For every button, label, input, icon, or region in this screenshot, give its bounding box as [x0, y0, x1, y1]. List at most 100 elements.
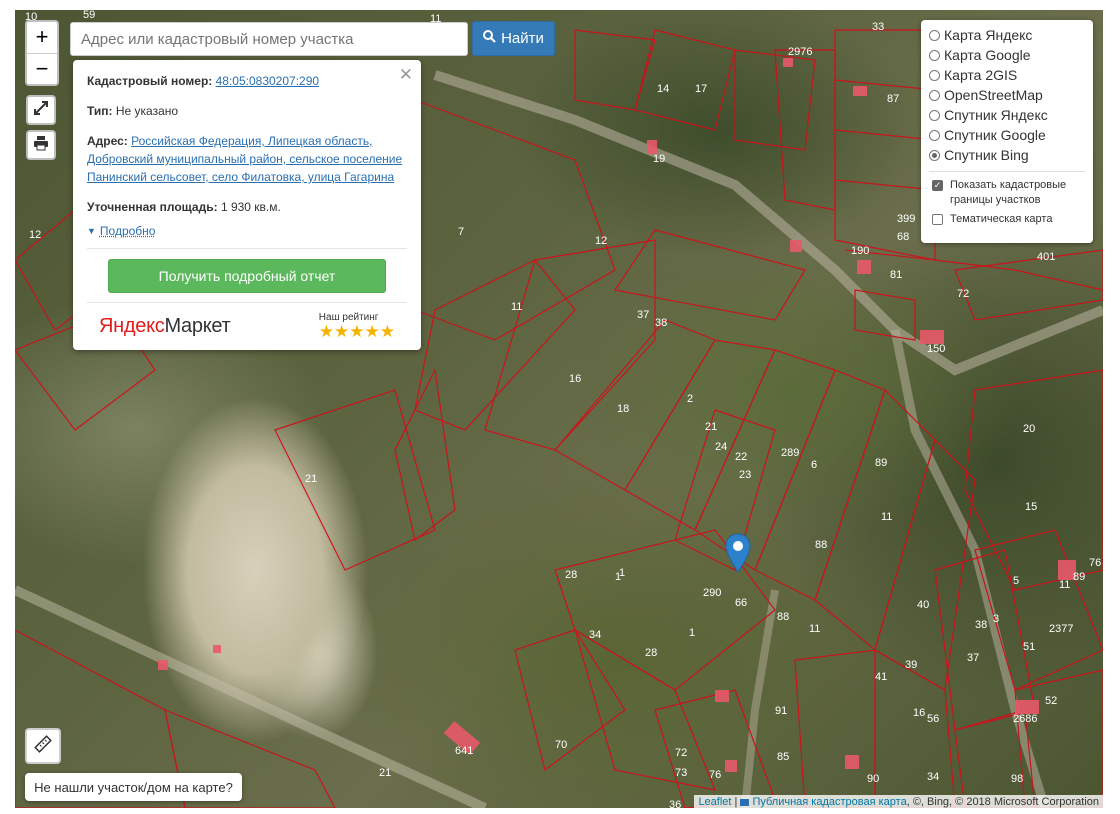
layer-option[interactable]: Карта Google: [929, 45, 1085, 65]
type-value: Не указано: [115, 104, 179, 118]
radio-icon[interactable]: [929, 149, 940, 161]
layer-option[interactable]: Спутник Google: [929, 125, 1085, 145]
printer-icon: [33, 135, 49, 156]
parcel-label: 11: [881, 511, 892, 523]
radio-icon[interactable]: [929, 69, 940, 81]
layer-option-label: Карта Google: [944, 47, 1031, 63]
parcel-label: 5: [1013, 575, 1019, 587]
map-marker-icon[interactable]: [725, 533, 751, 578]
parcel-label: 89: [875, 457, 887, 469]
radio-icon[interactable]: [929, 49, 940, 61]
zoom-in-button[interactable]: +: [27, 22, 57, 54]
map-attribution: Leaflet | Публичная кадастровая карта, ©…: [694, 795, 1103, 809]
radio-icon[interactable]: [929, 129, 940, 141]
parcel-label: 52: [1045, 695, 1057, 707]
parcel-label: 72: [675, 747, 687, 759]
parcel-label: 16: [569, 373, 581, 385]
parcel-label: 70: [555, 739, 567, 751]
attribution-separator: |: [731, 796, 741, 808]
checkbox-icon[interactable]: [932, 214, 943, 225]
measure-button[interactable]: [25, 728, 61, 764]
details-toggle[interactable]: ▼ Подробно: [87, 224, 407, 238]
parcel-label: 2: [687, 393, 693, 405]
parcel-label: 38: [655, 317, 667, 329]
flag-icon: [740, 798, 750, 806]
overlay-option-label: Показать кадастровые границы участков: [950, 179, 1067, 206]
parcel-label: 2377: [1049, 623, 1073, 635]
parcel-label: 34: [927, 771, 939, 783]
parcel-label: 2976: [788, 46, 812, 58]
print-button[interactable]: [26, 130, 56, 160]
parcel-label: 51: [1023, 641, 1035, 653]
zoom-out-button[interactable]: −: [27, 54, 57, 85]
radio-icon[interactable]: [929, 109, 940, 121]
not-found-button[interactable]: Не нашли участок/дом на карте?: [25, 773, 242, 801]
parcel-label: 12: [29, 229, 41, 241]
yandex-market-banner[interactable]: ЯндексМаркет Наш рейтинг ★★★★★: [87, 302, 407, 350]
layer-option[interactable]: Спутник Bing: [929, 145, 1085, 165]
overlay-option[interactable]: ✓ Показать кадастровые границы участков: [929, 178, 1085, 208]
layer-option[interactable]: Карта 2GIS: [929, 65, 1085, 85]
address-label: Адрес:: [87, 134, 128, 148]
parcel-label: 19: [653, 153, 665, 165]
get-report-button[interactable]: Получить подробный отчет: [108, 259, 386, 293]
yandex-market-logo: ЯндексМаркет: [99, 315, 231, 337]
overlay-option[interactable]: Тематическая карта: [929, 212, 1085, 227]
parcel-label: 7: [458, 226, 464, 238]
parcel-label: 21: [705, 421, 717, 433]
parcel-label: 37: [637, 309, 649, 321]
parcel-label: 90: [867, 773, 879, 785]
divider: [929, 171, 1085, 172]
parcel-label: 41: [875, 671, 887, 683]
address-search-input[interactable]: [70, 22, 468, 56]
parcel-label: 16: [913, 707, 925, 719]
parcel-label: 190: [851, 245, 869, 257]
parcel-label: 39: [905, 659, 917, 671]
type-row: Тип: Не указано: [87, 102, 407, 120]
pkk-link[interactable]: Публичная кадастровая карта: [752, 796, 906, 808]
leaflet-link[interactable]: Leaflet: [698, 796, 731, 808]
parcel-label: 17: [695, 83, 707, 95]
parcel-label: 399: [897, 213, 915, 225]
layer-option[interactable]: OpenStreetMap: [929, 85, 1085, 105]
parcel-label: 23: [739, 469, 751, 481]
ruler-icon: [34, 734, 52, 758]
parcel-label: 14: [657, 83, 669, 95]
parcel-label: 21: [305, 473, 317, 485]
layer-option[interactable]: Карта Яндекс: [929, 25, 1085, 45]
parcel-label: 68: [897, 231, 909, 243]
layer-option-label: Спутник Яндекс: [944, 107, 1048, 123]
rating-stars-icon: ★★★★★: [318, 322, 395, 341]
parcel-label: 11: [511, 301, 522, 313]
parcel-info-popup: ✕ Кадастровый номер: 48:05:0830207:290 Т…: [73, 60, 421, 350]
divider: [87, 248, 407, 249]
radio-icon[interactable]: [929, 89, 940, 101]
address-link[interactable]: Российская Федерация, Липецкая область, …: [87, 134, 402, 184]
parcel-label: 88: [815, 539, 827, 551]
parcel-label: 11: [809, 623, 820, 635]
overlay-option-label: Тематическая карта: [950, 213, 1053, 225]
parcel-label: 34: [589, 629, 601, 641]
radio-icon[interactable]: [929, 29, 940, 41]
parcel-label: 81: [890, 269, 902, 281]
cadastral-number-link[interactable]: 48:05:0830207:290: [216, 74, 319, 88]
parcel-label: 88: [777, 611, 789, 623]
layer-switcher: Карта Яндекс Карта Google Карта 2GIS OpenSt…: [921, 20, 1093, 243]
search-button[interactable]: Найти: [472, 21, 555, 56]
parcel-label: 56: [927, 713, 939, 725]
fullscreen-button[interactable]: [26, 95, 56, 125]
close-icon[interactable]: ✕: [399, 65, 413, 85]
parcel-label: 76: [1089, 557, 1101, 569]
parcel-label: 40: [917, 599, 929, 611]
parcel-label: 38: [975, 619, 987, 631]
address-row: Адрес: Российская Федерация, Липецкая об…: [87, 132, 407, 186]
parcel-label: 36: [669, 799, 681, 808]
parcel-label: 59: [83, 10, 95, 21]
checkbox-icon[interactable]: ✓: [932, 180, 943, 191]
parcel-label: 6: [811, 459, 817, 471]
parcel-label: 76: [709, 769, 721, 781]
parcel-label: 290: [703, 587, 721, 599]
cadastral-number-row: Кадастровый номер: 48:05:0830207:290: [87, 72, 407, 90]
layer-option[interactable]: Спутник Яндекс: [929, 105, 1085, 125]
parcel-label: 20: [1023, 423, 1035, 435]
